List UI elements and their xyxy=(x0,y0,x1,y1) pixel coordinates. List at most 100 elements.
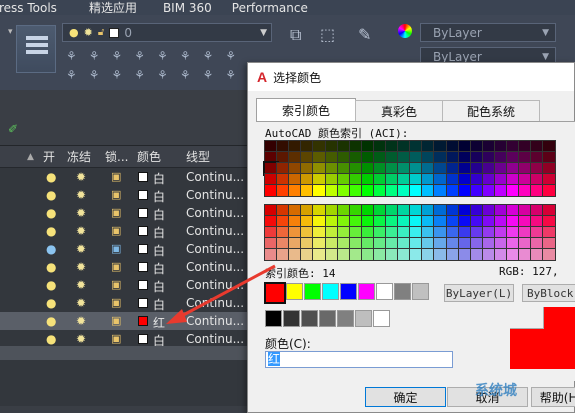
help-button[interactable]: 帮助(H) xyxy=(531,387,575,407)
aci-color-cell[interactable] xyxy=(481,215,496,228)
aci-color-cell[interactable] xyxy=(264,204,278,217)
aci-color-cell[interactable] xyxy=(288,140,303,153)
linetype-name[interactable]: Continu... xyxy=(186,296,244,310)
aci-color-cell[interactable] xyxy=(348,140,363,153)
aci-color-cell[interactable] xyxy=(397,151,412,164)
column-linetype[interactable]: 线型 xyxy=(186,148,210,165)
aci-color-cell[interactable] xyxy=(421,226,436,239)
aci-color-cell[interactable] xyxy=(360,248,375,261)
aci-color-cell[interactable] xyxy=(542,162,557,175)
aci-color-cell[interactable] xyxy=(506,204,520,217)
aci-color-cell[interactable] xyxy=(397,237,412,250)
lock-icon[interactable]: ▣ xyxy=(111,242,121,255)
tab-color-books[interactable]: 配色系统 xyxy=(442,100,540,122)
aci-color-cell[interactable] xyxy=(518,226,533,239)
aci-color-cell[interactable] xyxy=(288,215,303,228)
aci-color-cell[interactable] xyxy=(360,215,375,228)
aci-color-cell[interactable] xyxy=(264,248,278,261)
aci-color-cell[interactable] xyxy=(481,248,496,261)
aci-color-cell[interactable] xyxy=(300,173,315,186)
aci-color-cell[interactable] xyxy=(445,162,460,175)
aci-color-cell[interactable] xyxy=(312,151,327,164)
aci-color-cell[interactable] xyxy=(324,173,339,186)
aci-color-cell[interactable] xyxy=(506,151,520,164)
aci-color-cell[interactable] xyxy=(348,184,363,197)
bulb-icon[interactable]: ● xyxy=(46,314,56,328)
aci-color-cell[interactable] xyxy=(445,204,460,217)
aci-color-cell[interactable] xyxy=(397,173,412,186)
aci-color-cell[interactable] xyxy=(542,226,557,239)
aci-color-cell[interactable] xyxy=(445,215,460,228)
aci-color-cell[interactable] xyxy=(360,204,375,217)
aci-color-cell[interactable] xyxy=(421,248,436,261)
aci-color-cell[interactable] xyxy=(288,204,303,217)
aci-color-cell[interactable] xyxy=(518,215,533,228)
aci-color-cell[interactable] xyxy=(385,151,399,164)
layer-row[interactable]: ● ✹ ▣ 白 Continu... xyxy=(0,222,250,240)
aci-color-cell[interactable] xyxy=(300,248,315,261)
aci-color-cell[interactable] xyxy=(372,237,387,250)
color-swatch[interactable] xyxy=(138,172,148,182)
aci-color-cell[interactable] xyxy=(481,237,496,250)
aci-color-cell[interactable] xyxy=(433,248,448,261)
aci-color-cell[interactable] xyxy=(542,237,557,250)
aci-color-cell[interactable] xyxy=(409,151,424,164)
selected-red-swatch[interactable] xyxy=(264,282,286,304)
color-swatch[interactable] xyxy=(138,244,148,254)
aci-color-cell[interactable] xyxy=(457,237,472,250)
standard-color-swatch[interactable] xyxy=(376,283,393,300)
aci-color-cell[interactable] xyxy=(264,226,278,239)
aci-color-cell[interactable] xyxy=(469,237,484,250)
aci-color-cell[interactable] xyxy=(385,173,399,186)
aci-color-cell[interactable] xyxy=(348,162,363,175)
sun-icon[interactable]: ✹ xyxy=(76,260,86,274)
aci-color-cell[interactable] xyxy=(300,151,315,164)
aci-color-cell[interactable] xyxy=(469,215,484,228)
aci-color-cell[interactable] xyxy=(300,204,315,217)
aci-color-cell[interactable] xyxy=(324,204,339,217)
layer-tool-icon[interactable]: ⚘ xyxy=(89,49,100,63)
aci-color-cell[interactable] xyxy=(481,173,496,186)
layer-row[interactable]: ● ✹ ▣ 红 Continu... xyxy=(0,312,250,330)
layer-tool-icon[interactable]: ⚘ xyxy=(66,68,77,82)
aci-color-cell[interactable] xyxy=(493,173,508,186)
lock-icon[interactable]: ▣ xyxy=(111,188,121,201)
aci-color-cell[interactable] xyxy=(360,184,375,197)
lock-icon[interactable]: ▣ xyxy=(111,206,121,219)
standard-color-swatch[interactable] xyxy=(394,283,411,300)
aci-color-cell[interactable] xyxy=(300,184,315,197)
standard-color-swatch[interactable] xyxy=(358,283,375,300)
match-properties-icon[interactable]: ✎ xyxy=(358,25,371,44)
lock-icon[interactable]: ▣ xyxy=(111,260,121,273)
aci-color-cell[interactable] xyxy=(312,162,327,175)
color-swatch[interactable] xyxy=(138,262,148,272)
aci-color-cell[interactable] xyxy=(530,151,545,164)
aci-color-cell[interactable] xyxy=(457,226,472,239)
aci-color-cell[interactable] xyxy=(276,226,291,239)
aci-color-cell[interactable] xyxy=(312,226,327,239)
gray-color-swatch[interactable] xyxy=(337,310,354,327)
aci-color-cell[interactable] xyxy=(493,151,508,164)
aci-color-cell[interactable] xyxy=(506,237,520,250)
aci-color-cell[interactable] xyxy=(493,215,508,228)
standard-color-swatch[interactable] xyxy=(304,283,321,300)
aci-color-cell[interactable] xyxy=(385,140,399,153)
aci-color-cell[interactable] xyxy=(336,237,351,250)
aci-color-cell[interactable] xyxy=(324,226,339,239)
aci-color-cell[interactable] xyxy=(409,140,424,153)
layer-tool-icon[interactable]: ⚘ xyxy=(203,68,214,82)
linetype-name[interactable]: Continu... xyxy=(186,314,244,328)
aci-color-cell[interactable] xyxy=(300,140,315,153)
aci-color-cell[interactable] xyxy=(530,248,545,261)
bulb-icon[interactable]: ● xyxy=(46,206,56,220)
layer-row[interactable]: ● ✹ ▣ 白 Continu... xyxy=(0,186,250,204)
aci-color-cell[interactable] xyxy=(469,173,484,186)
aci-color-cell[interactable] xyxy=(288,151,303,164)
bulb-icon[interactable]: ● xyxy=(46,260,56,274)
standard-color-swatch[interactable] xyxy=(340,283,357,300)
aci-color-cell[interactable] xyxy=(530,140,545,153)
aci-color-cell[interactable] xyxy=(433,184,448,197)
aci-color-cell[interactable] xyxy=(445,226,460,239)
sun-icon[interactable]: ✹ xyxy=(76,224,86,238)
color-swatch[interactable] xyxy=(138,298,148,308)
